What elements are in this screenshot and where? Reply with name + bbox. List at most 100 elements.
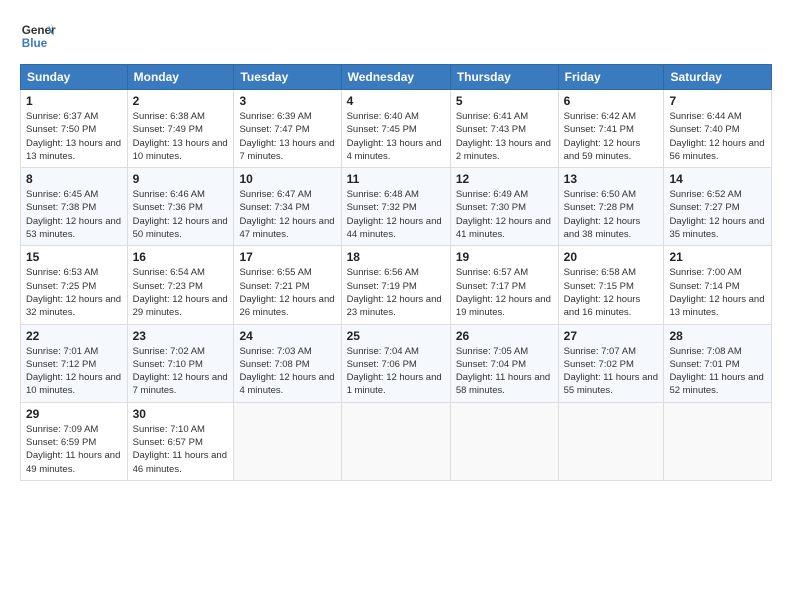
day-number: 21 bbox=[669, 250, 766, 264]
day-detail: Sunrise: 7:05 AMSunset: 7:04 PMDaylight:… bbox=[456, 346, 550, 397]
calendar-cell: 22 Sunrise: 7:01 AMSunset: 7:12 PMDaylig… bbox=[21, 324, 128, 402]
day-detail: Sunrise: 6:48 AMSunset: 7:32 PMDaylight:… bbox=[347, 189, 442, 240]
day-number: 20 bbox=[564, 250, 659, 264]
calendar-cell: 10 Sunrise: 6:47 AMSunset: 7:34 PMDaylig… bbox=[234, 168, 341, 246]
calendar-week-row: 1 Sunrise: 6:37 AMSunset: 7:50 PMDayligh… bbox=[21, 90, 772, 168]
col-tuesday: Tuesday bbox=[234, 65, 341, 90]
day-number: 16 bbox=[133, 250, 229, 264]
svg-text:Blue: Blue bbox=[22, 37, 48, 50]
day-number: 13 bbox=[564, 172, 659, 186]
calendar-cell: 1 Sunrise: 6:37 AMSunset: 7:50 PMDayligh… bbox=[21, 90, 128, 168]
calendar-cell: 17 Sunrise: 6:55 AMSunset: 7:21 PMDaylig… bbox=[234, 246, 341, 324]
day-detail: Sunrise: 7:00 AMSunset: 7:14 PMDaylight:… bbox=[669, 267, 764, 318]
day-detail: Sunrise: 7:01 AMSunset: 7:12 PMDaylight:… bbox=[26, 346, 121, 397]
calendar-cell: 26 Sunrise: 7:05 AMSunset: 7:04 PMDaylig… bbox=[450, 324, 558, 402]
day-detail: Sunrise: 6:46 AMSunset: 7:36 PMDaylight:… bbox=[133, 189, 228, 240]
logo-icon: General Blue bbox=[20, 18, 56, 54]
calendar-cell bbox=[234, 402, 341, 480]
day-number: 11 bbox=[347, 172, 445, 186]
calendar-cell: 13 Sunrise: 6:50 AMSunset: 7:28 PMDaylig… bbox=[558, 168, 664, 246]
header: General Blue bbox=[20, 18, 772, 54]
col-sunday: Sunday bbox=[21, 65, 128, 90]
calendar-cell: 18 Sunrise: 6:56 AMSunset: 7:19 PMDaylig… bbox=[341, 246, 450, 324]
day-number: 25 bbox=[347, 329, 445, 343]
day-detail: Sunrise: 6:40 AMSunset: 7:45 PMDaylight:… bbox=[347, 111, 442, 162]
calendar-cell: 8 Sunrise: 6:45 AMSunset: 7:38 PMDayligh… bbox=[21, 168, 128, 246]
calendar-header-row: Sunday Monday Tuesday Wednesday Thursday… bbox=[21, 65, 772, 90]
day-number: 7 bbox=[669, 94, 766, 108]
day-number: 1 bbox=[26, 94, 122, 108]
calendar-cell: 6 Sunrise: 6:42 AMSunset: 7:41 PMDayligh… bbox=[558, 90, 664, 168]
col-monday: Monday bbox=[127, 65, 234, 90]
day-number: 9 bbox=[133, 172, 229, 186]
col-wednesday: Wednesday bbox=[341, 65, 450, 90]
day-number: 18 bbox=[347, 250, 445, 264]
day-number: 14 bbox=[669, 172, 766, 186]
day-detail: Sunrise: 6:38 AMSunset: 7:49 PMDaylight:… bbox=[133, 111, 228, 162]
day-number: 24 bbox=[239, 329, 335, 343]
calendar-cell: 19 Sunrise: 6:57 AMSunset: 7:17 PMDaylig… bbox=[450, 246, 558, 324]
calendar-week-row: 29 Sunrise: 7:09 AMSunset: 6:59 PMDaylig… bbox=[21, 402, 772, 480]
day-detail: Sunrise: 6:44 AMSunset: 7:40 PMDaylight:… bbox=[669, 111, 764, 162]
day-number: 4 bbox=[347, 94, 445, 108]
day-number: 27 bbox=[564, 329, 659, 343]
day-number: 8 bbox=[26, 172, 122, 186]
calendar-cell: 20 Sunrise: 6:58 AMSunset: 7:15 PMDaylig… bbox=[558, 246, 664, 324]
day-number: 5 bbox=[456, 94, 553, 108]
col-thursday: Thursday bbox=[450, 65, 558, 90]
day-detail: Sunrise: 6:57 AMSunset: 7:17 PMDaylight:… bbox=[456, 267, 551, 318]
day-detail: Sunrise: 6:55 AMSunset: 7:21 PMDaylight:… bbox=[239, 267, 334, 318]
calendar-cell: 3 Sunrise: 6:39 AMSunset: 7:47 PMDayligh… bbox=[234, 90, 341, 168]
day-number: 26 bbox=[456, 329, 553, 343]
calendar-cell: 5 Sunrise: 6:41 AMSunset: 7:43 PMDayligh… bbox=[450, 90, 558, 168]
calendar-cell: 15 Sunrise: 6:53 AMSunset: 7:25 PMDaylig… bbox=[21, 246, 128, 324]
day-detail: Sunrise: 6:39 AMSunset: 7:47 PMDaylight:… bbox=[239, 111, 334, 162]
day-number: 22 bbox=[26, 329, 122, 343]
calendar-cell: 12 Sunrise: 6:49 AMSunset: 7:30 PMDaylig… bbox=[450, 168, 558, 246]
calendar-cell: 4 Sunrise: 6:40 AMSunset: 7:45 PMDayligh… bbox=[341, 90, 450, 168]
day-detail: Sunrise: 6:45 AMSunset: 7:38 PMDaylight:… bbox=[26, 189, 121, 240]
col-saturday: Saturday bbox=[664, 65, 772, 90]
day-number: 23 bbox=[133, 329, 229, 343]
day-number: 17 bbox=[239, 250, 335, 264]
day-number: 3 bbox=[239, 94, 335, 108]
calendar-cell bbox=[558, 402, 664, 480]
day-detail: Sunrise: 7:07 AMSunset: 7:02 PMDaylight:… bbox=[564, 346, 658, 397]
day-detail: Sunrise: 6:56 AMSunset: 7:19 PMDaylight:… bbox=[347, 267, 442, 318]
calendar-cell bbox=[450, 402, 558, 480]
calendar-cell: 24 Sunrise: 7:03 AMSunset: 7:08 PMDaylig… bbox=[234, 324, 341, 402]
day-detail: Sunrise: 7:08 AMSunset: 7:01 PMDaylight:… bbox=[669, 346, 763, 397]
day-detail: Sunrise: 6:58 AMSunset: 7:15 PMDaylight:… bbox=[564, 267, 641, 318]
calendar-cell bbox=[341, 402, 450, 480]
day-detail: Sunrise: 6:54 AMSunset: 7:23 PMDaylight:… bbox=[133, 267, 228, 318]
calendar-cell: 21 Sunrise: 7:00 AMSunset: 7:14 PMDaylig… bbox=[664, 246, 772, 324]
calendar-week-row: 15 Sunrise: 6:53 AMSunset: 7:25 PMDaylig… bbox=[21, 246, 772, 324]
day-number: 29 bbox=[26, 407, 122, 421]
day-detail: Sunrise: 6:50 AMSunset: 7:28 PMDaylight:… bbox=[564, 189, 641, 240]
day-detail: Sunrise: 6:52 AMSunset: 7:27 PMDaylight:… bbox=[669, 189, 764, 240]
day-detail: Sunrise: 7:10 AMSunset: 6:57 PMDaylight:… bbox=[133, 424, 227, 475]
calendar-cell: 28 Sunrise: 7:08 AMSunset: 7:01 PMDaylig… bbox=[664, 324, 772, 402]
calendar-cell: 25 Sunrise: 7:04 AMSunset: 7:06 PMDaylig… bbox=[341, 324, 450, 402]
calendar-week-row: 8 Sunrise: 6:45 AMSunset: 7:38 PMDayligh… bbox=[21, 168, 772, 246]
day-number: 2 bbox=[133, 94, 229, 108]
calendar-table: Sunday Monday Tuesday Wednesday Thursday… bbox=[20, 64, 772, 481]
day-detail: Sunrise: 6:47 AMSunset: 7:34 PMDaylight:… bbox=[239, 189, 334, 240]
calendar-cell bbox=[664, 402, 772, 480]
day-detail: Sunrise: 6:49 AMSunset: 7:30 PMDaylight:… bbox=[456, 189, 551, 240]
day-number: 10 bbox=[239, 172, 335, 186]
day-number: 6 bbox=[564, 94, 659, 108]
calendar-cell: 11 Sunrise: 6:48 AMSunset: 7:32 PMDaylig… bbox=[341, 168, 450, 246]
day-number: 12 bbox=[456, 172, 553, 186]
calendar-cell: 30 Sunrise: 7:10 AMSunset: 6:57 PMDaylig… bbox=[127, 402, 234, 480]
day-detail: Sunrise: 7:02 AMSunset: 7:10 PMDaylight:… bbox=[133, 346, 228, 397]
day-detail: Sunrise: 7:04 AMSunset: 7:06 PMDaylight:… bbox=[347, 346, 442, 397]
logo: General Blue bbox=[20, 18, 56, 54]
day-number: 19 bbox=[456, 250, 553, 264]
day-number: 28 bbox=[669, 329, 766, 343]
day-number: 30 bbox=[133, 407, 229, 421]
day-detail: Sunrise: 6:42 AMSunset: 7:41 PMDaylight:… bbox=[564, 111, 641, 162]
day-detail: Sunrise: 6:41 AMSunset: 7:43 PMDaylight:… bbox=[456, 111, 551, 162]
day-detail: Sunrise: 6:53 AMSunset: 7:25 PMDaylight:… bbox=[26, 267, 121, 318]
day-detail: Sunrise: 7:09 AMSunset: 6:59 PMDaylight:… bbox=[26, 424, 120, 475]
